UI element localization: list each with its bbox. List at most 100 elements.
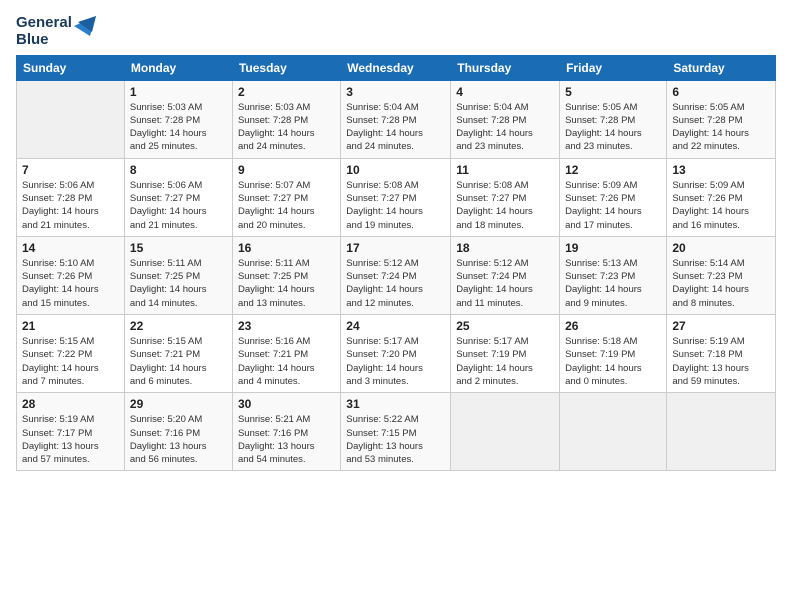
day-number: 17	[346, 241, 445, 255]
day-number: 24	[346, 319, 445, 333]
day-info: Sunrise: 5:03 AM Sunset: 7:28 PM Dayligh…	[238, 101, 335, 154]
day-cell: 13 Sunrise: 5:09 AM Sunset: 7:26 PM Dayli…	[667, 158, 776, 236]
day-info: Sunrise: 5:15 AM Sunset: 7:22 PM Dayligh…	[22, 335, 119, 388]
day-cell: 5 Sunrise: 5:05 AM Sunset: 7:28 PM Daylig…	[560, 80, 667, 158]
day-info: Sunrise: 5:19 AM Sunset: 7:18 PM Dayligh…	[672, 335, 770, 388]
week-row-5: 28 Sunrise: 5:19 AM Sunset: 7:17 PM Dayli…	[17, 393, 776, 471]
day-info: Sunrise: 5:17 AM Sunset: 7:19 PM Dayligh…	[456, 335, 554, 388]
week-row-2: 7 Sunrise: 5:06 AM Sunset: 7:28 PM Daylig…	[17, 158, 776, 236]
day-number: 7	[22, 163, 119, 177]
day-cell: 9Sunrise: 5:07 AM Sunset: 7:27 PM Daylig…	[232, 158, 340, 236]
day-info: Sunrise: 5:21 AM Sunset: 7:16 PM Dayligh…	[238, 413, 335, 466]
day-cell: 11 Sunrise: 5:08 AM Sunset: 7:27 PM Dayli…	[451, 158, 560, 236]
day-number: 18	[456, 241, 554, 255]
day-number: 22	[130, 319, 227, 333]
col-header-friday: Friday	[560, 55, 667, 80]
day-cell: 25 Sunrise: 5:17 AM Sunset: 7:19 PM Dayli…	[451, 315, 560, 393]
day-number: 14	[22, 241, 119, 255]
day-cell: 3 Sunrise: 5:04 AM Sunset: 7:28 PM Daylig…	[341, 80, 451, 158]
day-cell: 1 Sunrise: 5:03 AM Sunset: 7:28 PM Daylig…	[124, 80, 232, 158]
day-cell: 29Sunrise: 5:20 AM Sunset: 7:16 PM Dayli…	[124, 393, 232, 471]
day-number: 9	[238, 163, 335, 177]
day-info: Sunrise: 5:16 AM Sunset: 7:21 PM Dayligh…	[238, 335, 335, 388]
day-cell: 21 Sunrise: 5:15 AM Sunset: 7:22 PM Dayli…	[17, 315, 125, 393]
day-info: Sunrise: 5:05 AM Sunset: 7:28 PM Dayligh…	[565, 101, 661, 154]
day-number: 21	[22, 319, 119, 333]
day-number: 23	[238, 319, 335, 333]
day-number: 8	[130, 163, 227, 177]
day-info: Sunrise: 5:20 AM Sunset: 7:16 PM Dayligh…	[130, 413, 227, 466]
day-cell: 6Sunrise: 5:05 AM Sunset: 7:28 PM Daylig…	[667, 80, 776, 158]
day-info: Sunrise: 5:08 AM Sunset: 7:27 PM Dayligh…	[346, 179, 445, 232]
day-cell: 12 Sunrise: 5:09 AM Sunset: 7:26 PM Dayli…	[560, 158, 667, 236]
day-info: Sunrise: 5:09 AM Sunset: 7:26 PM Dayligh…	[565, 179, 661, 232]
day-info: Sunrise: 5:03 AM Sunset: 7:28 PM Dayligh…	[130, 101, 227, 154]
day-cell: 27 Sunrise: 5:19 AM Sunset: 7:18 PM Dayli…	[667, 315, 776, 393]
day-info: Sunrise: 5:04 AM Sunset: 7:28 PM Dayligh…	[456, 101, 554, 154]
col-header-tuesday: Tuesday	[232, 55, 340, 80]
day-info: Sunrise: 5:14 AM Sunset: 7:23 PM Dayligh…	[672, 257, 770, 310]
day-cell: 22Sunrise: 5:15 AM Sunset: 7:21 PM Dayli…	[124, 315, 232, 393]
day-cell: 15 Sunrise: 5:11 AM Sunset: 7:25 PM Dayli…	[124, 236, 232, 314]
day-number: 4	[456, 85, 554, 99]
week-row-1: 1 Sunrise: 5:03 AM Sunset: 7:28 PM Daylig…	[17, 80, 776, 158]
day-number: 12	[565, 163, 661, 177]
week-row-3: 14 Sunrise: 5:10 AM Sunset: 7:26 PM Dayli…	[17, 236, 776, 314]
col-header-monday: Monday	[124, 55, 232, 80]
col-header-wednesday: Wednesday	[341, 55, 451, 80]
day-info: Sunrise: 5:12 AM Sunset: 7:24 PM Dayligh…	[456, 257, 554, 310]
day-number: 10	[346, 163, 445, 177]
day-number: 27	[672, 319, 770, 333]
day-number: 5	[565, 85, 661, 99]
day-number: 28	[22, 397, 119, 411]
day-info: Sunrise: 5:13 AM Sunset: 7:23 PM Dayligh…	[565, 257, 661, 310]
day-cell: 19 Sunrise: 5:13 AM Sunset: 7:23 PM Dayli…	[560, 236, 667, 314]
day-cell: 18 Sunrise: 5:12 AM Sunset: 7:24 PM Dayli…	[451, 236, 560, 314]
day-cell: 31Sunrise: 5:22 AM Sunset: 7:15 PM Dayli…	[341, 393, 451, 471]
day-info: Sunrise: 5:11 AM Sunset: 7:25 PM Dayligh…	[238, 257, 335, 310]
day-info: Sunrise: 5:12 AM Sunset: 7:24 PM Dayligh…	[346, 257, 445, 310]
day-number: 11	[456, 163, 554, 177]
day-cell: 14 Sunrise: 5:10 AM Sunset: 7:26 PM Dayli…	[17, 236, 125, 314]
day-number: 19	[565, 241, 661, 255]
week-row-4: 21 Sunrise: 5:15 AM Sunset: 7:22 PM Dayli…	[17, 315, 776, 393]
day-number: 1	[130, 85, 227, 99]
day-info: Sunrise: 5:10 AM Sunset: 7:26 PM Dayligh…	[22, 257, 119, 310]
day-cell: 10 Sunrise: 5:08 AM Sunset: 7:27 PM Dayli…	[341, 158, 451, 236]
day-cell	[667, 393, 776, 471]
day-cell: 16 Sunrise: 5:11 AM Sunset: 7:25 PM Dayli…	[232, 236, 340, 314]
day-cell	[17, 80, 125, 158]
day-cell: 17 Sunrise: 5:12 AM Sunset: 7:24 PM Dayli…	[341, 236, 451, 314]
day-cell: 28 Sunrise: 5:19 AM Sunset: 7:17 PM Dayli…	[17, 393, 125, 471]
day-info: Sunrise: 5:09 AM Sunset: 7:26 PM Dayligh…	[672, 179, 770, 232]
day-number: 2	[238, 85, 335, 99]
calendar-container: General Blue SundayMondayTuesdayWednesda…	[0, 0, 792, 481]
day-number: 20	[672, 241, 770, 255]
day-info: Sunrise: 5:19 AM Sunset: 7:17 PM Dayligh…	[22, 413, 119, 466]
header-row: SundayMondayTuesdayWednesdayThursdayFrid…	[17, 55, 776, 80]
day-info: Sunrise: 5:06 AM Sunset: 7:28 PM Dayligh…	[22, 179, 119, 232]
day-number: 15	[130, 241, 227, 255]
calendar-table: SundayMondayTuesdayWednesdayThursdayFrid…	[16, 55, 776, 472]
day-number: 13	[672, 163, 770, 177]
day-cell: 30Sunrise: 5:21 AM Sunset: 7:16 PM Dayli…	[232, 393, 340, 471]
col-header-thursday: Thursday	[451, 55, 560, 80]
day-number: 16	[238, 241, 335, 255]
day-number: 3	[346, 85, 445, 99]
logo-bird-icon	[74, 16, 96, 46]
day-number: 26	[565, 319, 661, 333]
day-cell: 2 Sunrise: 5:03 AM Sunset: 7:28 PM Daylig…	[232, 80, 340, 158]
day-cell: 4 Sunrise: 5:04 AM Sunset: 7:28 PM Daylig…	[451, 80, 560, 158]
day-info: Sunrise: 5:17 AM Sunset: 7:20 PM Dayligh…	[346, 335, 445, 388]
day-info: Sunrise: 5:06 AM Sunset: 7:27 PM Dayligh…	[130, 179, 227, 232]
day-number: 25	[456, 319, 554, 333]
col-header-saturday: Saturday	[667, 55, 776, 80]
day-cell: 24 Sunrise: 5:17 AM Sunset: 7:20 PM Dayli…	[341, 315, 451, 393]
day-info: Sunrise: 5:18 AM Sunset: 7:19 PM Dayligh…	[565, 335, 661, 388]
day-info: Sunrise: 5:08 AM Sunset: 7:27 PM Dayligh…	[456, 179, 554, 232]
day-info: Sunrise: 5:05 AM Sunset: 7:28 PM Dayligh…	[672, 101, 770, 154]
day-number: 31	[346, 397, 445, 411]
day-info: Sunrise: 5:04 AM Sunset: 7:28 PM Dayligh…	[346, 101, 445, 154]
day-cell: 8 Sunrise: 5:06 AM Sunset: 7:27 PM Daylig…	[124, 158, 232, 236]
day-info: Sunrise: 5:11 AM Sunset: 7:25 PM Dayligh…	[130, 257, 227, 310]
